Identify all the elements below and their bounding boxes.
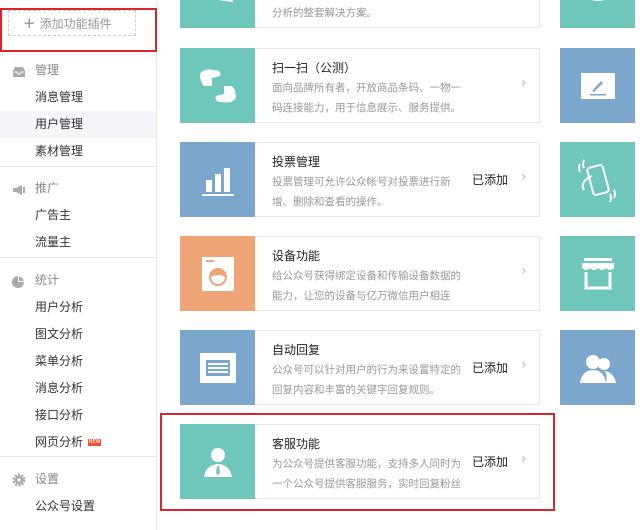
nav-api-analysis[interactable]: 接口分析 (0, 402, 156, 429)
nav-web-analysis[interactable]: 网页分析 NEW (0, 429, 156, 456)
sidebar: + 添加功能插件 管理 消息管理 用户管理 素材管理 推广 广告主 流量主 统计 … (0, 0, 157, 530)
section-title: 推广 (35, 181, 60, 195)
message-icon (180, 330, 255, 405)
card-title: 扫一扫（公测） (272, 61, 357, 75)
card-title: 投票管理 (272, 155, 321, 169)
new-badge: NEW (88, 439, 102, 446)
chevron-right-icon: › (521, 451, 527, 467)
plugin-card-auto-reply[interactable]: 自动回复 公众号可以针对用户的行为来设置特定的回复内容和丰富的关键字回复规则。 … (180, 330, 540, 405)
shake-phone-icon[interactable] (560, 142, 635, 217)
added-status: 已添加 (472, 173, 509, 187)
nav-label: 网页分析 (35, 435, 84, 449)
add-plugin-label: 添加功能插件 (39, 17, 112, 31)
card-desc: 分析的整套解决方案。 (272, 7, 377, 19)
section-manage: 管理 (12, 60, 59, 80)
nav-user-manage[interactable]: 用户管理 (0, 111, 156, 138)
added-status: 已添加 (472, 455, 509, 469)
plugin-card-customer-service[interactable]: 客服功能 为公众号提供客服功能，支持多人同时为一个公众号提供客服服务，实时回复粉… (180, 424, 540, 499)
gear-icon (12, 473, 26, 487)
plugin-card-scan[interactable]: 扫一扫（公测） 面向品牌所有者，开放商品条码、一物一码连接能力，用于信息展示、服… (180, 48, 540, 123)
card-desc: 为公众号提供客服功能，支持多人同时为一个公众号提供客服服务，实时回复粉丝咨询。 (272, 458, 461, 490)
inbox-icon (12, 64, 26, 77)
card-title: 设备功能 (272, 249, 321, 263)
plus-icon: + (23, 14, 36, 32)
bar-chart-icon (180, 142, 255, 217)
plugin-card[interactable]: 分析的整套解决方案。 (180, 0, 540, 28)
divider (0, 257, 156, 258)
plugin-card-vote[interactable]: 投票管理 投票管理可允许公众帐号对投票进行新增、删除和查看的操作。 已添加 › (180, 142, 540, 217)
section-stats: 统计 (12, 270, 59, 290)
customer-service-icon (180, 424, 255, 499)
shop-icon[interactable] (560, 236, 635, 311)
divider (0, 456, 156, 457)
added-status: 已添加 (472, 361, 509, 375)
washing-machine-icon (180, 236, 255, 311)
section-title: 统计 (35, 273, 60, 287)
chevron-right-icon: › (521, 169, 527, 185)
nav-message-manage[interactable]: 消息管理 (0, 84, 156, 111)
chevron-right-icon: › (521, 75, 527, 91)
chevron-right-icon: › (521, 357, 527, 373)
plugin-card-device[interactable]: 设备功能 给公众号获得绑定设备和传输设备数据的能力，让您的设备与亿万微信用户相连… (180, 236, 540, 311)
card-desc: 给公众号获得绑定设备和传输设备数据的能力，让您的设备与亿万微信用户相连接。 (272, 270, 461, 302)
card-desc: 面向品牌所有者，开放商品条码、一物一码连接能力，用于信息展示、服务提供。 (272, 82, 461, 114)
nav-message-analysis[interactable]: 消息分析 (0, 375, 156, 402)
users-icon[interactable] (560, 330, 635, 405)
chevron-right-icon: › (521, 263, 527, 279)
nav-material-manage[interactable]: 素材管理 (0, 138, 156, 165)
add-plugin-button[interactable]: + 添加功能插件 (8, 10, 136, 36)
divider (0, 166, 156, 167)
section-settings: 设置 (12, 469, 59, 489)
card-desc: 公众号可以针对用户的行为来设置特定的回复内容和丰富的关键字回复规则。 (272, 364, 461, 396)
edit-icon[interactable] (560, 48, 635, 123)
chart-icon (180, 0, 255, 28)
nav-user-analysis[interactable]: 用户分析 (0, 294, 156, 321)
card-desc: 投票管理可允许公众帐号对投票进行新增、删除和查看的操作。 (272, 176, 451, 208)
section-title: 设置 (35, 472, 60, 486)
card-title: 自动回复 (272, 343, 321, 357)
nav-account-settings[interactable]: 公众号设置 (0, 493, 156, 520)
card-title: 客服功能 (272, 437, 321, 451)
chat-bubble-icon[interactable] (560, 0, 635, 28)
section-title: 管理 (35, 63, 60, 77)
megaphone-icon (12, 182, 26, 195)
pie-chart-icon (12, 274, 26, 288)
nav-article-analysis[interactable]: 图文分析 (0, 321, 156, 348)
section-promote: 推广 (12, 178, 59, 198)
nav-publisher[interactable]: 流量主 (0, 229, 156, 256)
nav-menu-analysis[interactable]: 菜单分析 (0, 348, 156, 375)
scan-icon (180, 48, 255, 123)
nav-advertiser[interactable]: 广告主 (0, 202, 156, 229)
